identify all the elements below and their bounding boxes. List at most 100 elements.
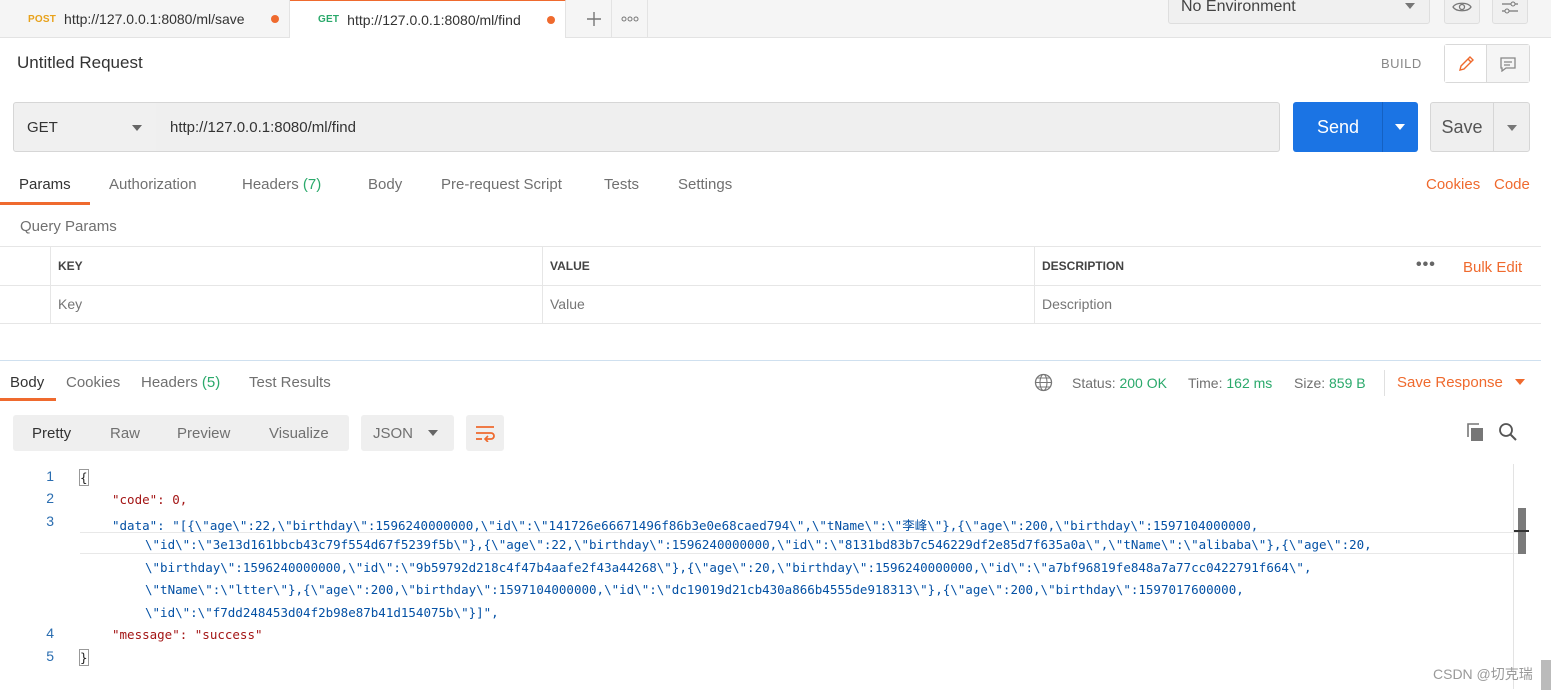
tab-tests[interactable]: Tests — [604, 176, 639, 203]
param-value-input[interactable] — [550, 296, 1035, 312]
tab-body[interactable]: Body — [368, 176, 402, 203]
view-preview[interactable]: Preview — [177, 425, 230, 442]
more-options-icon[interactable]: ••• — [1416, 256, 1436, 274]
tab-settings[interactable]: Settings — [678, 176, 732, 203]
response-tab-cookies[interactable]: Cookies — [66, 374, 120, 391]
response-body-editor[interactable]: 1 2 3 4 5 { "code": 0, "data": "[{\"age\… — [0, 464, 1530, 674]
more-tabs-icon[interactable] — [612, 0, 648, 38]
window-scrollbar[interactable] — [1541, 660, 1551, 690]
tab-params[interactable]: Params — [19, 176, 71, 203]
time-value: 162 ms — [1226, 375, 1273, 391]
response-tab-body[interactable]: Body — [10, 374, 44, 391]
tab-authorization[interactable]: Authorization — [109, 176, 197, 203]
globe-icon[interactable] — [1034, 373, 1053, 392]
request-tab-save[interactable]: POST http://127.0.0.1:8080/ml/save — [0, 0, 290, 38]
column-key: KEY — [50, 247, 543, 285]
tab-url: http://127.0.0.1:8080/ml/find — [347, 11, 521, 28]
code-line: \"birthday\":1596240000000,\"id\":\"9b59… — [145, 560, 1312, 575]
headers-count: (7) — [302, 176, 322, 193]
watermark: CSDN @切克瑞 — [1433, 666, 1533, 682]
editor-scroll-track — [1513, 464, 1514, 689]
new-tab-plus-icon[interactable] — [576, 0, 612, 38]
column-header: KEY — [58, 259, 83, 273]
line-number: 1 — [46, 468, 54, 484]
response-view-toggle: Pretty Raw Preview Visualize — [13, 415, 349, 451]
tab-url: http://127.0.0.1:8080/ml/save — [64, 11, 245, 27]
wrap-lines-icon — [476, 426, 495, 442]
format-select[interactable]: JSON — [361, 415, 454, 451]
url-input[interactable] — [156, 102, 1280, 152]
status-value: 200 OK — [1119, 375, 1167, 391]
tab-headers[interactable]: Headers (7) — [242, 176, 321, 203]
size-value: 859 B — [1329, 375, 1366, 391]
view-visualize[interactable]: Visualize — [269, 425, 329, 442]
edit-mode-button[interactable] — [1445, 45, 1487, 82]
tab-method-post: POST — [28, 13, 57, 25]
active-tab-indicator — [0, 202, 90, 205]
unsaved-dot-icon — [547, 16, 555, 24]
response-headers-label: Headers — [141, 374, 198, 391]
copy-icon[interactable] — [1465, 422, 1485, 442]
size-label: Size: — [1294, 375, 1326, 391]
code-line: } — [79, 649, 89, 666]
tab-method-get: GET — [318, 14, 340, 25]
param-key-input[interactable] — [58, 296, 543, 312]
environment-select[interactable]: No Environment — [1168, 0, 1430, 24]
description-cell — [1034, 285, 1541, 323]
comments-button[interactable] — [1487, 45, 1529, 82]
format-value: JSON — [373, 424, 414, 442]
sliders-icon — [1502, 1, 1518, 14]
save-response-button[interactable]: Save Response — [1397, 374, 1503, 391]
line-number: 4 — [46, 625, 54, 641]
response-tab-test-results[interactable]: Test Results — [249, 374, 331, 391]
params-empty-row — [0, 285, 1541, 324]
view-pretty[interactable]: Pretty — [32, 425, 71, 442]
save-button[interactable]: Save — [1430, 102, 1494, 152]
view-raw[interactable]: Raw — [110, 425, 140, 442]
code-line: "message": "success" — [112, 627, 263, 642]
status-label: Status: — [1072, 375, 1116, 391]
send-button[interactable]: Send — [1293, 102, 1383, 152]
cookies-link[interactable]: Cookies — [1426, 176, 1480, 193]
code-link[interactable]: Code — [1494, 176, 1530, 193]
mode-toggle — [1444, 44, 1530, 83]
code-line: \"id\":\"f7dd248453d04f2b98e87b41d154075… — [145, 605, 499, 620]
line-number: 5 — [46, 648, 54, 664]
code-line: \"id\":\"3e13d161bbcb43c79f554d67f5239f5… — [145, 537, 1372, 552]
param-description-input[interactable] — [1042, 296, 1541, 312]
method-value: GET — [27, 118, 58, 136]
code-line: "code": 0, — [112, 492, 188, 507]
send-options-chevron-icon[interactable] — [1382, 102, 1418, 152]
chevron-down-icon — [132, 125, 142, 131]
bulk-edit-link[interactable]: Bulk Edit — [1463, 259, 1522, 276]
response-status: Status: 200 OK — [1072, 375, 1167, 391]
environment-value: No Environment — [1181, 0, 1296, 15]
time-label: Time: — [1188, 375, 1223, 391]
column-header: DESCRIPTION — [1042, 259, 1125, 273]
request-tab-bar: POST http://127.0.0.1:8080/ml/save GET h… — [0, 0, 1551, 38]
code-line: \"tName\":\"ltter\"},{\"age\":200,\"birt… — [145, 582, 1244, 597]
search-icon[interactable] — [1498, 422, 1518, 442]
environment-quick-look-button[interactable] — [1444, 0, 1480, 24]
column-value: VALUE — [542, 247, 1035, 285]
response-headers-count: (5) — [201, 374, 221, 391]
manage-environments-button[interactable] — [1492, 0, 1528, 24]
request-title[interactable]: Untitled Request — [17, 53, 143, 73]
build-mode-label: BUILD — [1381, 56, 1422, 71]
tab-headers-label: Headers — [242, 176, 299, 193]
method-select[interactable]: GET — [13, 102, 157, 152]
response-tab-headers[interactable]: Headers (5) — [141, 374, 220, 391]
wrap-lines-button[interactable] — [466, 415, 504, 451]
response-divider[interactable] — [0, 360, 1541, 361]
save-options-chevron-icon[interactable] — [1493, 102, 1530, 152]
value-cell — [542, 285, 1035, 323]
code-line: { — [79, 469, 89, 486]
request-tab-find[interactable]: GET http://127.0.0.1:8080/ml/find — [290, 0, 566, 38]
pencil-icon — [1458, 55, 1474, 71]
params-header-row: KEY VALUE DESCRIPTION ••• Bulk Edit — [0, 247, 1541, 286]
cursor-marker — [1514, 530, 1529, 532]
chevron-down-icon[interactable] — [1515, 379, 1525, 385]
tab-pre-request-script[interactable]: Pre-request Script — [441, 176, 562, 203]
active-tab-indicator — [0, 398, 56, 401]
response-size: Size: 859 B — [1294, 375, 1366, 391]
